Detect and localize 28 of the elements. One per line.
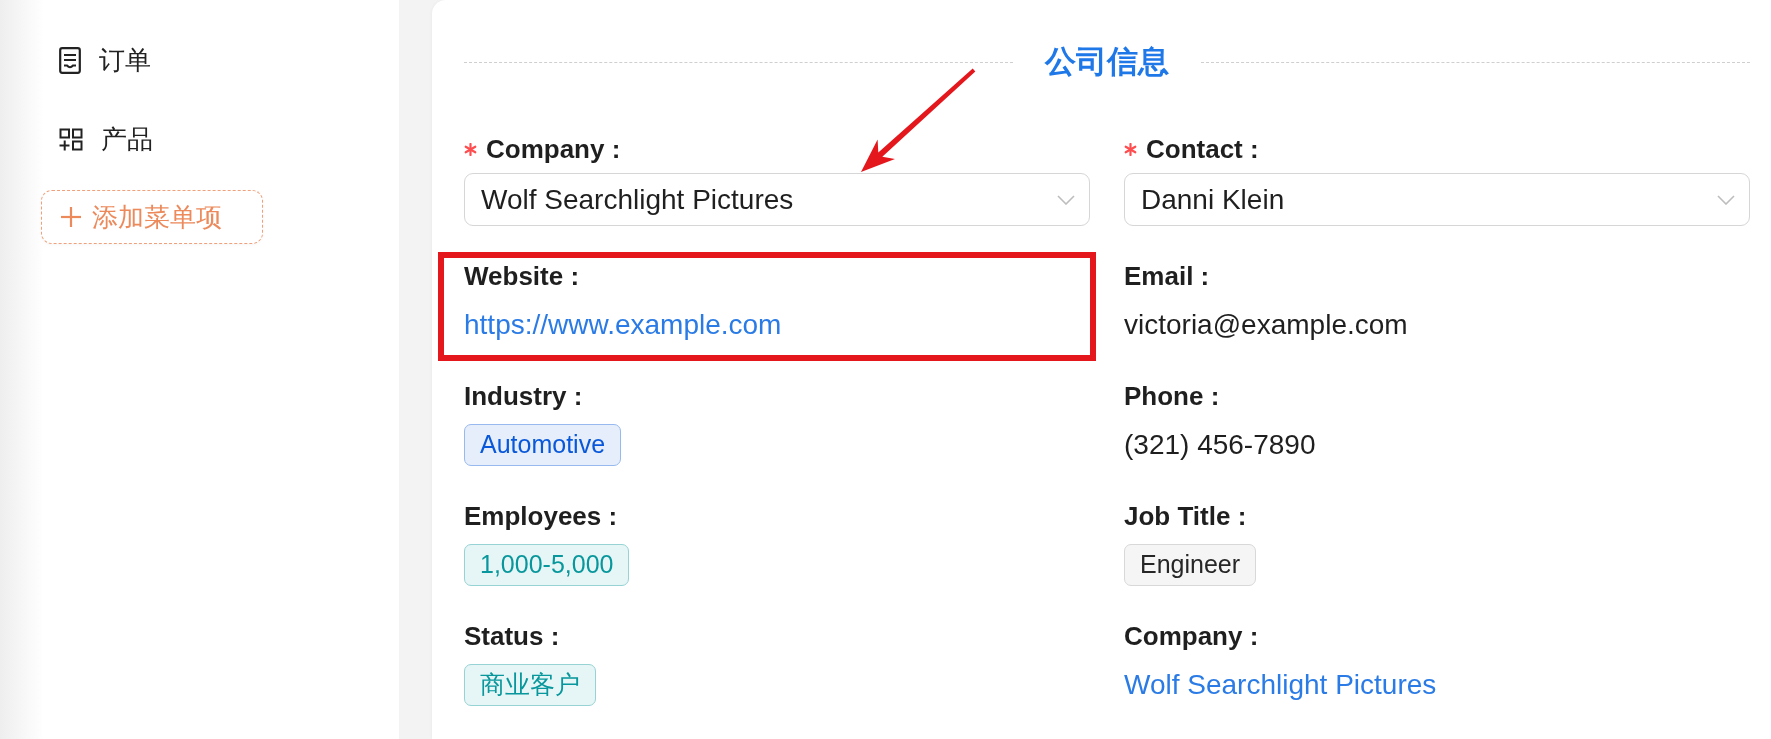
field-label: Status : xyxy=(464,620,560,653)
field-label: Employees : xyxy=(464,500,618,533)
dropdown-field[interactable]: Wolf Searchlight Pictures xyxy=(464,173,1090,226)
tag: 1,000-5,000 xyxy=(464,544,630,586)
field-label: Website : xyxy=(464,260,580,293)
plus-icon xyxy=(60,206,82,228)
field-label: Email : xyxy=(1124,260,1210,293)
tag: Automotive xyxy=(464,424,622,466)
field-value: victoria@example.com xyxy=(1124,308,1408,342)
field-label: Industry : xyxy=(464,380,583,413)
grid-plus-icon xyxy=(59,127,83,151)
chevron-down-icon xyxy=(1057,194,1075,205)
link[interactable]: Wolf Searchlight Pictures xyxy=(1124,665,1437,705)
field-label: Job Title : xyxy=(1124,500,1247,533)
tag: Engineer xyxy=(1124,544,1257,586)
field-value: (321) 456-7890 xyxy=(1124,428,1316,462)
section-title: 公司信息 xyxy=(1045,43,1169,81)
field-label: Contact : xyxy=(1146,133,1259,166)
tag: 商业客户 xyxy=(464,664,596,706)
link[interactable]: https://www.example.com xyxy=(464,305,782,345)
field-label: Company : xyxy=(1124,620,1259,653)
chevron-down-icon xyxy=(1717,194,1735,205)
menu-item[interactable]: 产品 xyxy=(41,111,171,167)
dropdown-field[interactable]: Danni Klein xyxy=(1124,173,1750,226)
menu-item[interactable]: 订单 xyxy=(41,32,169,88)
field-label: Company : xyxy=(486,133,621,166)
receipt-icon xyxy=(59,46,81,74)
field-label: Phone : xyxy=(1124,380,1220,413)
